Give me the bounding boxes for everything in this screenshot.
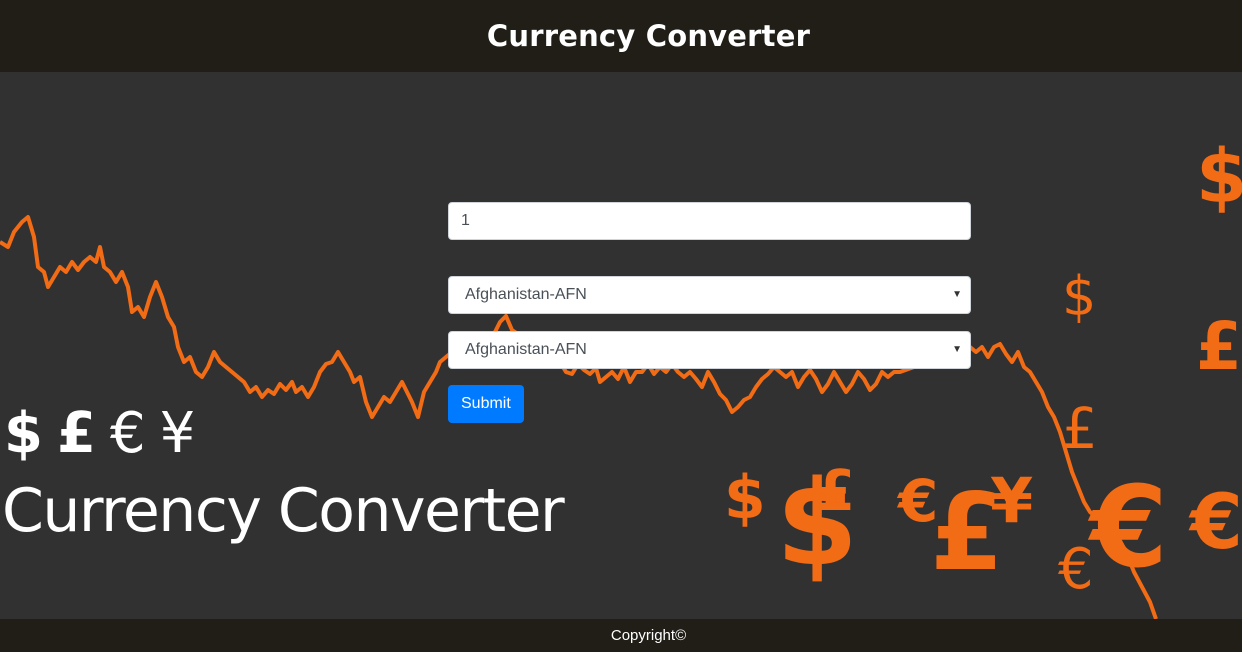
to-currency-value: Afghanistan-AFN bbox=[465, 341, 587, 358]
from-currency-value: Afghanistan-AFN bbox=[465, 286, 587, 303]
euro-icon: € bbox=[1090, 463, 1168, 593]
euro-icon: € bbox=[1190, 477, 1242, 566]
yen-icon: ¥ bbox=[990, 464, 1034, 537]
from-currency-select[interactable]: Afghanistan-AFN ▼ bbox=[448, 276, 971, 314]
pound-icon: £ bbox=[1196, 308, 1242, 385]
page-title: Currency Converter bbox=[486, 19, 811, 53]
converter-form: Afghanistan-AFN ▼ Afghanistan-AFN ▼ Subm… bbox=[448, 202, 971, 423]
footer: Copyright© bbox=[0, 619, 1242, 652]
banner-title: Currency Converter bbox=[2, 476, 565, 546]
copyright-text: Copyright© bbox=[610, 627, 687, 644]
pound-symbol: £ bbox=[56, 401, 96, 466]
dollar-icon: $ bbox=[724, 463, 766, 533]
yen-symbol: ¥ bbox=[159, 401, 196, 466]
pound-icon: £ bbox=[1062, 397, 1098, 462]
amount-input[interactable] bbox=[448, 202, 971, 240]
euro-icon: € bbox=[1058, 537, 1094, 602]
dollar-icon: $ bbox=[1196, 134, 1242, 220]
to-currency-select[interactable]: Afghanistan-AFN ▼ bbox=[448, 331, 971, 369]
dollar-symbol: $ bbox=[4, 401, 43, 466]
chevron-down-icon: ▼ bbox=[952, 344, 962, 355]
pound-icon: £ bbox=[816, 459, 855, 524]
submit-button[interactable]: Submit bbox=[448, 385, 524, 423]
euro-symbol: € bbox=[109, 401, 146, 466]
page: Currency Converter $ $ £ $ $ £ € £ ¥ £ €… bbox=[0, 0, 1242, 652]
chevron-down-icon: ▼ bbox=[952, 289, 962, 300]
top-navbar: Currency Converter bbox=[0, 0, 1242, 72]
currency-symbols-banner: $ £ € ¥ bbox=[4, 406, 209, 462]
dollar-icon: $ bbox=[1062, 265, 1097, 328]
